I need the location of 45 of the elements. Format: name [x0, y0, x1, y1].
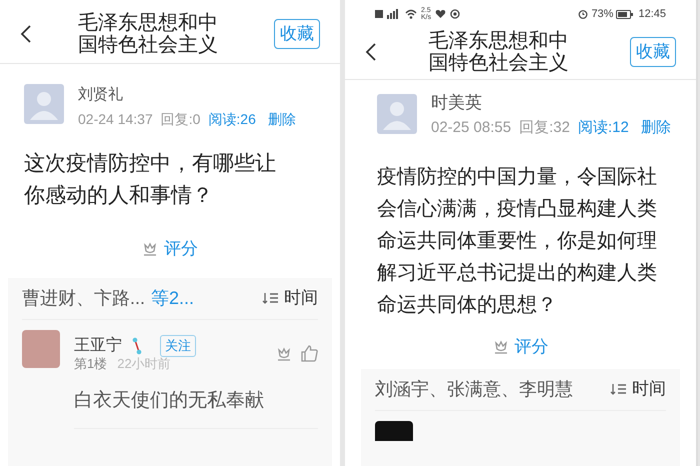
question-text: 疫情防控的中国力量，令国际社会信心满满，疫情凸显构建人类命运共同体重要性，你是如何理解习近平总书记提出的构建人类命运共同体的思想？ — [377, 164, 658, 318]
delete-link[interactable]: 删除 — [268, 108, 296, 130]
back-icon — [20, 24, 32, 44]
rate-link[interactable]: 评分 — [514, 334, 548, 360]
more-participants-link[interactable]: 等2... — [151, 284, 194, 312]
rate-link[interactable]: 评分 — [164, 236, 198, 262]
avatar-placeholder — [377, 94, 417, 134]
author-name: 刘贤礼 — [78, 85, 124, 105]
post-date: 02-25 08:55 — [431, 118, 512, 138]
comment-time: 22小时前 — [117, 354, 171, 372]
read-count: 阅读:26 — [208, 110, 256, 128]
question-text: 这次疫情防控中，有哪些让你感动的人和事情？ — [23, 150, 277, 208]
wifi-icon — [405, 9, 417, 19]
participant-names: 刘涵宇、张满意、李明慧 — [375, 378, 573, 400]
collect-button[interactable]: 收藏 — [630, 36, 676, 66]
sort-icon — [610, 382, 627, 396]
page-title: 毛泽东思想和中国特色社会主义 — [428, 30, 570, 74]
photo-placeholder — [22, 330, 60, 368]
delete-link[interactable]: 删除 — [640, 116, 671, 138]
collect-button[interactable]: 收藏 — [274, 18, 320, 48]
commenter-name: 王亚宁 — [74, 336, 122, 356]
heart-icon — [435, 9, 446, 19]
circle-icon — [450, 9, 460, 19]
avatar-placeholder — [24, 84, 64, 124]
reply-count: 回复:32 — [519, 118, 570, 138]
avatar-photo-placeholder — [375, 420, 413, 440]
follow-button[interactable]: 关注 — [160, 334, 196, 356]
read-count: 阅读:12 — [578, 118, 629, 138]
author-name: 时美英 — [431, 92, 483, 114]
post-date: 02-24 14:37 — [78, 110, 153, 128]
floor-number: 第1楼 — [74, 354, 108, 372]
page-title: 毛泽东思想和中国特色社会主义 — [78, 12, 219, 56]
battery-icon — [616, 10, 634, 18]
thumbs-up-icon — [300, 344, 318, 362]
signal-icon — [375, 9, 401, 19]
clock-time: 12:45 — [638, 6, 666, 22]
back-icon — [365, 42, 377, 62]
sort-icon — [262, 291, 279, 305]
comment-text: 白衣天使们的无私奉献 — [74, 387, 318, 428]
sort-by-time-button[interactable]: 时间 — [610, 376, 666, 402]
reply-count: 回复:0 — [160, 110, 200, 128]
alarm-icon — [578, 9, 588, 19]
sort-by-time-button[interactable]: 时间 — [262, 285, 318, 311]
participant-names: 曹进财、卞路... — [22, 286, 146, 310]
battery-percent: 73% — [591, 6, 614, 22]
